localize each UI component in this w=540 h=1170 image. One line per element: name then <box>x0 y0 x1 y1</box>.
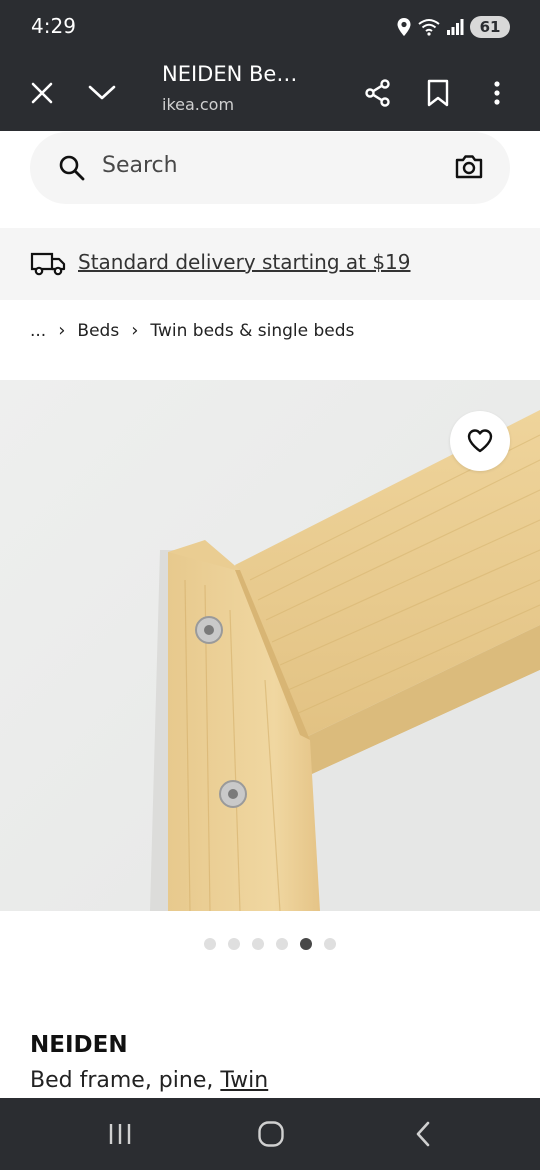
wifi-icon <box>418 19 440 36</box>
search-bar[interactable]: Search <box>30 132 510 204</box>
back-icon <box>416 1121 430 1147</box>
product-description: Bed frame, pine, Twin <box>30 1068 268 1093</box>
page-title: NEIDEN Be… <box>162 62 298 86</box>
carousel-dot[interactable] <box>252 938 264 950</box>
collapse-button[interactable] <box>79 70 125 116</box>
location-icon <box>397 18 411 36</box>
status-bar: 4:29 61 <box>0 0 540 56</box>
carousel-indicator <box>0 938 540 950</box>
delivery-banner[interactable]: Standard delivery starting at $19 <box>0 228 540 300</box>
search-input[interactable]: Search <box>102 153 178 178</box>
recent-apps-button[interactable] <box>90 1116 150 1152</box>
carousel-dot[interactable] <box>204 938 216 950</box>
page-url: ikea.com <box>162 95 235 114</box>
carousel-dot-active[interactable] <box>300 938 312 950</box>
product-name: NEIDEN <box>30 1032 128 1058</box>
share-icon <box>365 79 390 107</box>
status-time: 4:29 <box>31 14 76 38</box>
carousel-dot[interactable] <box>276 938 288 950</box>
share-button[interactable] <box>355 70 401 116</box>
breadcrumb-more[interactable]: ... <box>30 321 46 341</box>
back-button[interactable] <box>393 1116 453 1152</box>
chevron-down-icon <box>88 85 116 100</box>
favorite-button[interactable] <box>450 411 510 471</box>
more-vertical-icon <box>494 81 500 105</box>
breadcrumb-twin-beds[interactable]: Twin beds & single beds <box>150 321 354 341</box>
close-button[interactable] <box>19 70 65 116</box>
more-options-button[interactable] <box>474 70 520 116</box>
close-icon <box>31 82 53 104</box>
carousel-dot[interactable] <box>228 938 240 950</box>
delivery-link[interactable]: Standard delivery starting at $19 <box>78 250 411 274</box>
carousel-dot[interactable] <box>324 938 336 950</box>
breadcrumb-beds[interactable]: Beds <box>77 321 119 341</box>
recent-apps-icon <box>109 1124 131 1144</box>
browser-toolbar: NEIDEN Be… ikea.com <box>0 56 540 131</box>
product-description-text: Bed frame, pine, <box>30 1068 221 1093</box>
heart-icon <box>467 429 493 453</box>
bookmark-icon <box>427 79 449 107</box>
home-button[interactable] <box>241 1116 301 1152</box>
delivery-truck-icon <box>30 252 66 276</box>
search-icon <box>59 155 85 181</box>
camera-icon[interactable] <box>454 154 484 180</box>
home-icon <box>258 1121 284 1147</box>
bookmark-button[interactable] <box>415 70 461 116</box>
chevron-right-icon: › <box>58 320 66 341</box>
battery-indicator: 61 <box>470 16 510 38</box>
size-link[interactable]: Twin <box>220 1068 268 1093</box>
signal-icon <box>447 19 464 35</box>
breadcrumb: ... › Beds › Twin beds & single beds <box>30 320 354 341</box>
status-icons: 61 <box>396 16 510 38</box>
chevron-right-icon: › <box>131 320 139 341</box>
system-navigation-bar <box>0 1098 540 1170</box>
